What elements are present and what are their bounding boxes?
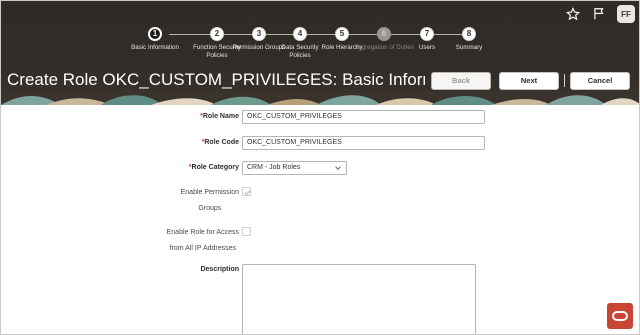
train-step-number: 3 xyxy=(252,27,266,41)
train-step-number: 4 xyxy=(293,27,307,41)
role-code-label: *Role Code xyxy=(201,139,239,146)
cancel-button[interactable]: Cancel xyxy=(570,72,630,90)
header-decorative-pattern xyxy=(1,91,639,105)
role-name-input[interactable]: OKC_CUSTOM_PRIVILEGES xyxy=(242,110,485,124)
train-step-label: Basic Information xyxy=(131,44,179,51)
oracle-ring xyxy=(612,311,628,321)
user-avatar[interactable]: FF xyxy=(617,5,635,23)
train-step-number: 2 xyxy=(210,27,224,41)
enable-permission-groups-checkbox[interactable] xyxy=(242,187,251,196)
role-code-input[interactable]: OKC_CUSTOM_PRIVILEGES xyxy=(242,136,485,150)
enable-role-access-checkbox[interactable] xyxy=(242,227,251,236)
description-textarea[interactable] xyxy=(242,264,476,334)
description-label: Description xyxy=(200,266,239,273)
check-icon xyxy=(244,189,251,196)
train-step-basic-information[interactable]: 1 Basic Information xyxy=(125,27,185,52)
train-step-number: 6 xyxy=(377,27,391,41)
basic-information-form: *Role Name OKC_CUSTOM_PRIVILEGES *Role C… xyxy=(1,105,639,334)
role-category-select[interactable]: CRM - Job Roles xyxy=(242,161,347,175)
oracle-logo-icon[interactable] xyxy=(607,303,633,329)
star-icon[interactable] xyxy=(565,6,581,22)
role-category-label: *Role Category xyxy=(188,164,239,171)
global-toolbar: FF xyxy=(565,5,635,23)
process-train: 1 Basic Information 2 Function Security … xyxy=(131,27,495,63)
role-category-value: CRM - Job Roles xyxy=(247,164,301,171)
app-frame: FF 1 Basic Information 2 Function Securi… xyxy=(0,0,640,335)
button-separator xyxy=(564,74,565,87)
back-button[interactable]: Back xyxy=(431,72,491,90)
train-step-number: 1 xyxy=(148,27,162,41)
page-header: FF 1 Basic Information 2 Function Securi… xyxy=(1,1,639,105)
train-step-summary[interactable]: 8 Summary xyxy=(439,27,499,52)
train-step-number: 5 xyxy=(335,27,349,41)
enable-role-access-label: Enable Role for Access from All IP Addre… xyxy=(166,229,239,252)
train-step-number: 8 xyxy=(462,27,476,41)
train-step-number: 7 xyxy=(420,27,434,41)
train-step-label: Summary xyxy=(455,44,483,51)
page-title: Create Role OKC_CUSTOM_PRIVILEGES: Basic… xyxy=(7,70,425,89)
enable-permission-groups-label: Enable Permission Groups xyxy=(180,189,239,212)
role-name-label: *Role Name xyxy=(200,113,239,120)
next-button[interactable]: Next xyxy=(499,72,559,90)
flag-icon[interactable] xyxy=(591,6,607,22)
chevron-down-icon xyxy=(335,166,341,170)
